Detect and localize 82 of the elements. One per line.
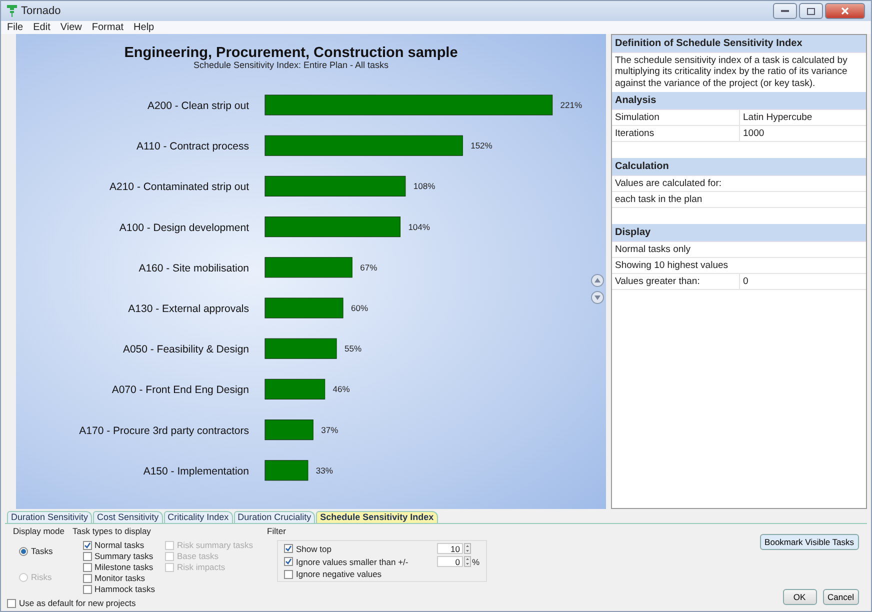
menu-item[interactable]: Help: [134, 22, 154, 33]
checkbox-option[interactable]: Ignore values smaller than +/-: [284, 556, 408, 566]
task-label: A070 - Front End Eng Design: [112, 384, 249, 396]
task-label: A110 - Contract process: [136, 140, 249, 153]
value-label: 67%: [360, 262, 378, 272]
definition-text: The schedule sensitivity index of a task is calculated by multiplying its criticality index by the ratio of its variance against the variance of the project (or key task).: [614, 54, 848, 91]
task-label: A170 - Procure 3rd party contractors: [79, 424, 249, 437]
maximize-button[interactable]: [799, 3, 823, 19]
task-label: A100 - Design development: [119, 222, 249, 234]
check-icon: [84, 542, 90, 548]
chart-subtitle: Schedule Sensitivity Index: Entire Plan - All tasks: [193, 60, 389, 70]
ok-button[interactable]: OK: [782, 589, 817, 605]
menu-item[interactable]: Format: [92, 22, 124, 33]
value-label: 37%: [321, 424, 338, 435]
value-label: 46%: [332, 384, 350, 394]
checkbox-option[interactable]: Ignore negative values: [284, 569, 382, 579]
maximize-icon: [807, 8, 815, 14]
info-cell: Iterations: [612, 126, 740, 142]
tab[interactable]: Duration Cruciality: [234, 511, 316, 523]
chart-title: Engineering, Procurement, Construction sample: [124, 45, 458, 61]
info-cell-text: 0: [742, 275, 750, 290]
task-label: A210 - Contaminated strip out: [110, 181, 249, 194]
bar: [264, 420, 314, 440]
task-label: A160 - Site mobilisation: [138, 262, 249, 274]
number-field[interactable]: 0: [437, 556, 464, 567]
info-cell-text: Normal tasks only: [614, 243, 692, 258]
group-label: Filter: [267, 526, 287, 536]
value-label: 108%: [413, 181, 436, 192]
info-cell-text: Latin Hypercube: [742, 111, 814, 126]
section-heading: Calculation: [612, 158, 866, 176]
tab[interactable]: Criticality Index: [164, 511, 233, 523]
value-label: 33%: [316, 465, 333, 476]
checkbox-option[interactable]: Milestone tasks: [82, 562, 155, 572]
radio-option[interactable]: Tasks: [13, 540, 64, 562]
group-label: Task types to display: [72, 526, 152, 536]
section-heading: Analysis: [612, 92, 866, 110]
minimize-button[interactable]: [773, 3, 797, 19]
task-label: A150 - Implementation: [143, 465, 249, 478]
checkbox-option[interactable]: Normal tasks: [82, 540, 155, 550]
tab[interactable]: Cost Sensitivity: [93, 511, 163, 523]
close-icon: [841, 7, 849, 15]
tab[interactable]: Schedule Sensitivity Index: [316, 511, 438, 523]
number-field[interactable]: 10: [437, 543, 464, 554]
menu-item[interactable]: View: [60, 22, 82, 33]
bookmark-button[interactable]: Bookmark Visible Tasks: [760, 534, 859, 550]
info-cell: Values greater than:: [612, 274, 740, 290]
group-label: Display mode: [13, 526, 64, 536]
window-title: Tornado: [21, 5, 61, 17]
tab[interactable]: Duration Sensitivity: [7, 511, 92, 523]
spinner-icon[interactable]: [464, 556, 472, 567]
value-label: 55%: [344, 344, 362, 354]
spinner-icon[interactable]: [464, 543, 472, 554]
info-cell-text: 1000: [742, 127, 766, 142]
close-button[interactable]: [825, 3, 865, 19]
tornado-icon: [7, 5, 17, 17]
task-label: A130 - External approvals: [128, 303, 249, 315]
task-label: A050 - Feasibility & Design: [122, 344, 249, 356]
value-label: 152%: [470, 140, 492, 151]
section-heading: Display: [612, 224, 866, 242]
minimize-icon: [781, 10, 789, 12]
cancel-button[interactable]: Cancel: [822, 589, 859, 605]
menu-item[interactable]: File: [7, 22, 24, 33]
value-label: 221%: [560, 100, 582, 110]
scroll-down-icon[interactable]: [591, 291, 604, 304]
value-label: 104%: [408, 222, 430, 232]
info-cell-text: Showing 10 highest values: [614, 259, 730, 274]
info-cell-text: each task in the plan: [614, 193, 704, 208]
bar: [264, 460, 308, 481]
checkbox-option[interactable]: Hammock tasks: [82, 584, 155, 594]
checkbox-option[interactable]: Summary tasks: [82, 551, 155, 561]
checkbox-option[interactable]: Use as default for new projects: [7, 598, 136, 608]
checkbox-option[interactable]: Monitor tasks: [82, 573, 155, 583]
value-label: 60%: [351, 303, 368, 313]
section-heading: Definition of Schedule Sensitivity Index: [612, 35, 866, 53]
unit-label: %: [472, 556, 480, 566]
scroll-up-icon[interactable]: [591, 274, 604, 287]
task-label: A200 - Clean strip out: [147, 100, 249, 112]
menu-item[interactable]: Edit: [33, 22, 50, 33]
info-cell-text: Values are calculated for:: [614, 177, 722, 192]
info-cell: Simulation: [612, 110, 740, 126]
checkbox-option[interactable]: Show top: [284, 544, 332, 554]
bar: [264, 378, 326, 400]
